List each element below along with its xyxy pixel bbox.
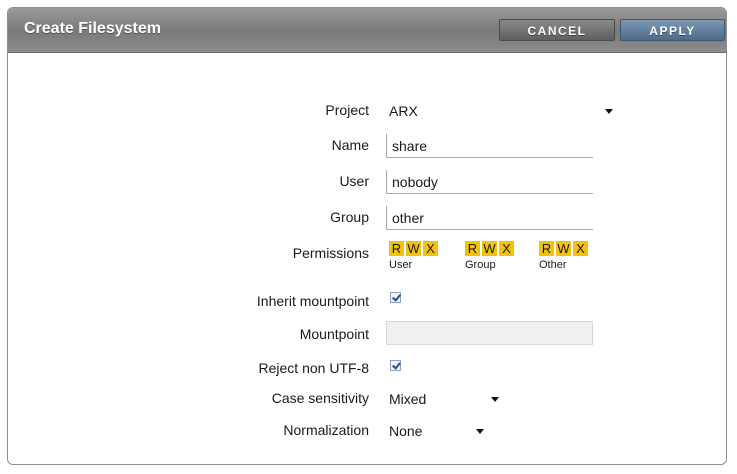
- permissions-group-caption: Group: [465, 259, 496, 271]
- project-label: Project: [325, 102, 369, 118]
- dialog-titlebar: Create Filesystem CANCEL APPLY: [8, 8, 726, 53]
- permissions-group-group: R W X Group: [465, 241, 514, 271]
- group-execute-toggle[interactable]: X: [499, 241, 514, 256]
- group-write-toggle[interactable]: W: [482, 241, 497, 256]
- permissions-user-caption: User: [389, 259, 413, 271]
- chevron-down-icon: [476, 429, 484, 434]
- case-sensitivity-select[interactable]: Mixed: [384, 387, 506, 411]
- mountpoint-label: Mountpoint: [299, 326, 369, 342]
- other-write-toggle[interactable]: W: [556, 241, 571, 256]
- inherit-mountpoint-label: Inherit mountpoint: [256, 293, 369, 309]
- mountpoint-input[interactable]: [386, 321, 593, 345]
- group-read-toggle[interactable]: R: [465, 241, 480, 256]
- other-read-toggle[interactable]: R: [539, 241, 554, 256]
- cancel-button[interactable]: CANCEL: [499, 19, 615, 41]
- create-filesystem-dialog: Create Filesystem CANCEL APPLY Project A…: [7, 7, 727, 465]
- permissions-user-group: R W X User: [389, 241, 438, 271]
- name-input[interactable]: share: [386, 134, 593, 158]
- user-execute-toggle[interactable]: X: [423, 241, 438, 256]
- normalization-label: Normalization: [283, 422, 369, 438]
- other-execute-toggle[interactable]: X: [573, 241, 588, 256]
- user-input[interactable]: nobody: [386, 170, 593, 194]
- case-sensitivity-label: Case sensitivity: [271, 390, 369, 406]
- inherit-mountpoint-checkbox[interactable]: [390, 292, 401, 303]
- permissions-other-caption: Other: [539, 259, 567, 271]
- user-label: User: [339, 173, 369, 189]
- reject-non-utf8-label: Reject non UTF-8: [258, 360, 369, 376]
- group-input[interactable]: other: [386, 206, 593, 230]
- reject-non-utf8-checkbox[interactable]: [390, 360, 401, 371]
- name-label: Name: [331, 137, 369, 153]
- user-read-toggle[interactable]: R: [389, 241, 404, 256]
- project-select[interactable]: ARX: [384, 99, 619, 123]
- chevron-down-icon: [491, 397, 499, 402]
- chevron-down-icon: [605, 109, 613, 114]
- group-label: Group: [330, 209, 369, 225]
- case-sensitivity-value: Mixed: [389, 391, 427, 407]
- apply-button[interactable]: APPLY: [620, 19, 725, 41]
- project-value: ARX: [389, 103, 418, 119]
- normalization-select[interactable]: None: [384, 419, 494, 443]
- dialog-title: Create Filesystem: [24, 20, 161, 37]
- permissions-other-group: R W X Other: [539, 241, 588, 271]
- permissions-label: Permissions: [292, 245, 369, 261]
- normalization-value: None: [389, 423, 423, 439]
- user-write-toggle[interactable]: W: [406, 241, 421, 256]
